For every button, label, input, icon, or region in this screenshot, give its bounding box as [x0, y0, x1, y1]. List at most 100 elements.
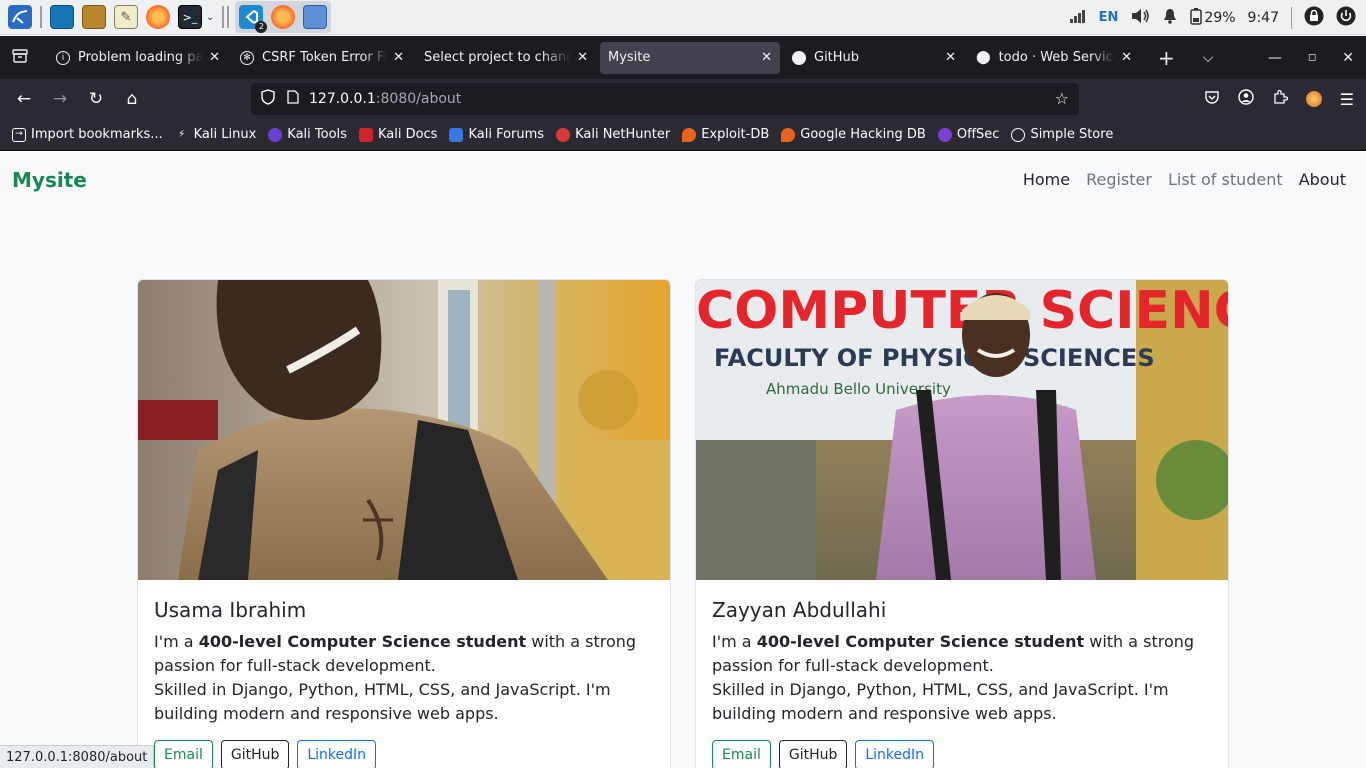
nav-list-of-student[interactable]: List of student — [1168, 170, 1283, 189]
firefox-icon[interactable] — [146, 5, 170, 29]
kali-menu-icon[interactable] — [8, 5, 32, 29]
web-page: Mysite Home Register List of student Abo… — [0, 152, 1366, 768]
battery-status[interactable]: 29% — [1190, 7, 1236, 29]
github-button[interactable]: GitHub — [778, 740, 848, 768]
page-info-icon[interactable] — [287, 90, 299, 108]
pocket-icon[interactable] — [1204, 89, 1220, 109]
bookmark-kali-tools[interactable]: Kali Tools — [268, 127, 347, 142]
account-icon[interactable] — [1237, 89, 1254, 109]
terminal-icon[interactable]: >_ — [178, 5, 202, 29]
keyboard-layout[interactable]: EN — [1099, 10, 1119, 25]
profile-links: Email GitHub LinkedIn — [154, 740, 377, 768]
site-brand[interactable]: Mysite — [12, 168, 87, 192]
bookmark-google-hacking-db[interactable]: Google Hacking DB — [781, 127, 926, 142]
address-bar[interactable]: 127.0.0.1:8080/about ☆ — [251, 83, 1079, 115]
tab-problem-loading[interactable]: i Problem loading page ✕ — [48, 42, 228, 74]
tab-title: Mysite — [608, 50, 651, 65]
tab-title: Select project to change — [424, 50, 572, 65]
notification-bell-icon[interactable] — [1162, 8, 1178, 28]
shield-icon[interactable] — [261, 89, 275, 109]
bookmark-label: Exploit-DB — [701, 127, 770, 142]
forward-button[interactable]: → — [42, 83, 78, 115]
toolbar-icons: ☰ — [1204, 83, 1354, 115]
reload-icon: ↻ — [88, 89, 104, 109]
bookmarks-toolbar: → Import bookmarks... ⚡ Kali Linux Kali … — [0, 119, 1366, 151]
import-icon: → — [12, 127, 26, 142]
window-controls: — ◻ ✕ — [1268, 36, 1366, 79]
close-tab-icon[interactable]: ✕ — [577, 50, 588, 65]
nav-register[interactable]: Register — [1086, 170, 1152, 189]
back-button[interactable]: ← — [6, 83, 42, 115]
extension-badge-icon[interactable] — [1305, 91, 1322, 107]
bookmark-star-icon[interactable]: ☆ — [1055, 89, 1069, 108]
close-tab-icon[interactable]: ✕ — [761, 50, 772, 65]
email-button[interactable]: Email — [712, 740, 771, 768]
github-button[interactable]: GitHub — [220, 740, 290, 768]
vscode-icon[interactable]: 2 — [239, 5, 268, 33]
maximize-icon[interactable]: ◻ — [1308, 52, 1316, 63]
site-nav: Home Register List of student About — [1023, 170, 1346, 189]
linkedin-button[interactable]: LinkedIn — [855, 740, 935, 768]
hamburger-menu-icon[interactable]: ☰ — [1340, 90, 1354, 109]
desktop-icon[interactable] — [50, 5, 74, 29]
bookmark-kali-docs[interactable]: Kali Docs — [358, 127, 438, 142]
chevron-down-icon[interactable]: ⌄ — [206, 12, 214, 23]
system-tray: EN 29% 9:47 — [1069, 0, 1356, 35]
sign-line-2: FACULTY OF PHYSICAL SCIENCES — [714, 344, 1155, 372]
bookmark-label: Simple Store — [1030, 127, 1114, 142]
power-icon[interactable] — [1336, 6, 1356, 30]
nav-home[interactable]: Home — [1023, 170, 1070, 189]
minimize-icon[interactable]: — — [1268, 50, 1282, 66]
text-editor-icon[interactable]: ✎ — [114, 5, 138, 29]
nav-about[interactable]: About — [1299, 170, 1346, 189]
clock[interactable]: 9:47 — [1248, 10, 1279, 26]
network-signal-icon[interactable] — [1069, 8, 1087, 28]
folder-window-icon[interactable] — [303, 5, 328, 29]
volume-icon[interactable] — [1130, 8, 1150, 28]
reload-button[interactable]: ↻ — [78, 83, 114, 115]
bookmark-exploit-db[interactable]: Exploit-DB — [682, 127, 769, 142]
tab-select-project[interactable]: Select project to change ✕ — [416, 42, 596, 74]
bookmark-kali-nethunter[interactable]: Kali NetHunter — [556, 127, 670, 142]
bookmark-label: OffSec — [956, 127, 1000, 142]
lock-screen-icon[interactable] — [1304, 6, 1324, 30]
email-button[interactable]: Email — [154, 740, 213, 768]
bookmark-simple-store[interactable]: Simple Store — [1011, 127, 1113, 142]
running-apps: 2 — [235, 1, 332, 33]
bookmark-offsec[interactable]: OffSec — [937, 127, 1000, 142]
bookmark-label: Import bookmarks... — [31, 127, 163, 142]
tab-title: todo · Web Services — [998, 50, 1116, 65]
close-tab-icon[interactable]: ✕ — [209, 50, 220, 65]
bookmark-kali-linux[interactable]: ⚡ Kali Linux — [175, 127, 256, 142]
tab-title: GitHub — [814, 50, 860, 65]
url-path: :8080/about — [375, 91, 462, 107]
vscode-badge: 2 — [255, 21, 268, 33]
bio-intro: I'm a — [154, 632, 199, 651]
tab-mysite[interactable]: Mysite ✕ — [600, 41, 780, 74]
close-tab-icon[interactable]: ✕ — [393, 50, 404, 65]
firefox-view-button[interactable] — [0, 36, 40, 79]
extensions-icon[interactable] — [1272, 89, 1288, 109]
close-tab-icon[interactable]: ✕ — [945, 50, 956, 65]
file-manager-icon[interactable] — [82, 5, 106, 29]
tab-csrf-token[interactable]: ✻ CSRF Token Error Fix ✕ — [232, 42, 412, 74]
close-window-icon[interactable]: ✕ — [1342, 50, 1354, 66]
tab-todo-web-services[interactable]: ⬤ todo · Web Services ✕ — [968, 42, 1140, 74]
new-tab-plus-icon[interactable]: + — [1158, 46, 1175, 70]
list-all-tabs-chevron-icon[interactable]: ⌵ — [1203, 50, 1214, 66]
taskbar-separator — [227, 6, 230, 28]
kali-forums-icon — [449, 127, 464, 142]
bookmark-kali-forums[interactable]: Kali Forums — [449, 127, 544, 142]
tab-github[interactable]: GitHub ✕ — [784, 42, 964, 74]
close-tab-icon[interactable]: ✕ — [1121, 50, 1132, 65]
taskbar-separator — [40, 6, 42, 28]
bio-highlight: 400-level Computer Science student — [198, 632, 527, 651]
bookmark-label: Kali Docs — [377, 127, 438, 142]
firefox-window-icon[interactable] — [271, 5, 296, 29]
linkedin-button[interactable]: LinkedIn — [297, 740, 377, 768]
bookmark-import[interactable]: → Import bookmarks... — [12, 127, 163, 142]
forward-arrow-icon: → — [52, 89, 68, 109]
bookmark-label: Kali Forums — [468, 127, 545, 142]
bio-skills: Skilled in Django, Python, HTML, CSS, an… — [154, 680, 611, 723]
home-button[interactable]: ⌂ — [114, 83, 150, 115]
